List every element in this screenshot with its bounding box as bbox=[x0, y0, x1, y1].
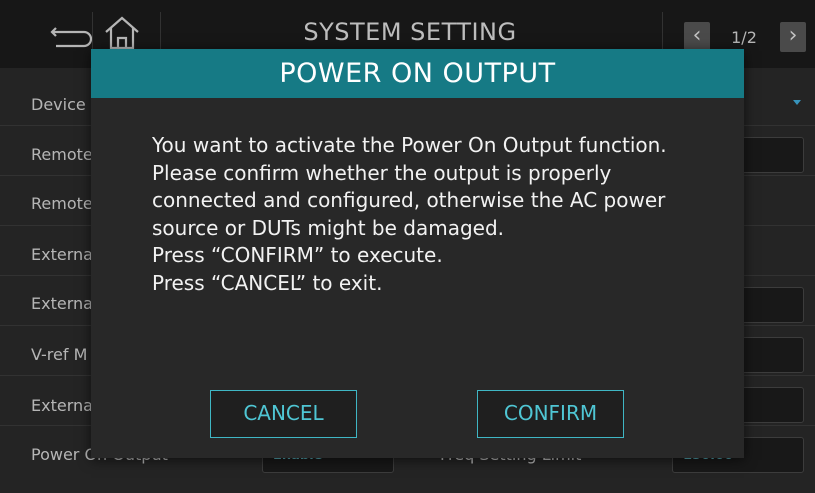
cancel-button[interactable]: CANCEL bbox=[210, 390, 357, 438]
dialog-message: You want to activate the Power On Output… bbox=[152, 132, 682, 342]
dialog-message-line: Press “CONFIRM” to execute. bbox=[152, 243, 443, 267]
dialog-message-line: You want to activate the Power On Output… bbox=[152, 133, 667, 240]
dialog-title: POWER ON OUTPUT bbox=[279, 58, 556, 89]
power-on-output-dialog: POWER ON OUTPUT You want to activate the… bbox=[91, 49, 744, 458]
dialog-message-line: Press “CANCEL” to exit. bbox=[152, 270, 383, 295]
confirm-button[interactable]: CONFIRM bbox=[477, 390, 624, 438]
dialog-header: POWER ON OUTPUT bbox=[91, 49, 744, 98]
